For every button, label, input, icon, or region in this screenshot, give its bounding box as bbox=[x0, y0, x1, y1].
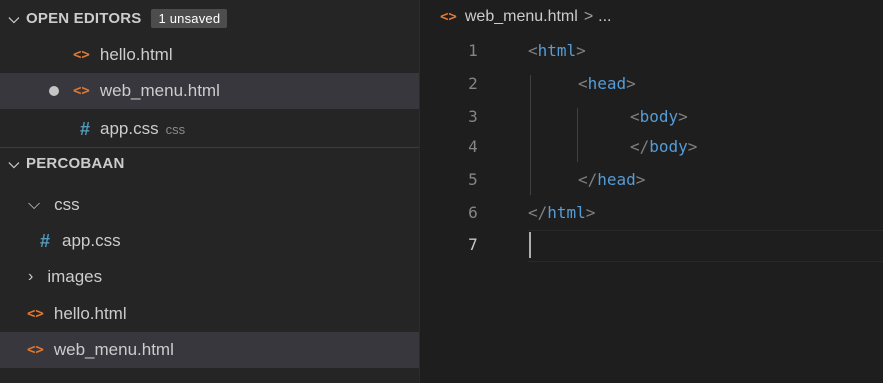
workspace-folder-header[interactable]: ⌵ PERCOBAAN bbox=[0, 149, 419, 177]
line-number: 2 bbox=[468, 74, 478, 93]
open-editor-item-hello[interactable]: <> hello.html bbox=[0, 37, 419, 73]
html-file-icon: <> bbox=[27, 306, 44, 322]
tag-name: head bbox=[597, 170, 636, 189]
tree-item-images-folder[interactable]: › images bbox=[0, 259, 419, 295]
line-number: 1 bbox=[468, 41, 478, 60]
tree-item-web-menu-html[interactable]: <> web_menu.html bbox=[0, 332, 419, 368]
code-content: <head> bbox=[578, 74, 636, 93]
line-number: 7 bbox=[468, 235, 478, 254]
code-line[interactable]: 3 <body> bbox=[420, 100, 883, 133]
code-line[interactable]: 2 <head> bbox=[420, 67, 883, 100]
line-number: 4 bbox=[468, 137, 478, 156]
tree-item-app-css[interactable]: # app.css bbox=[0, 223, 419, 259]
breadcrumb-file[interactable]: web_menu.html bbox=[465, 8, 578, 26]
tree-item-css-folder[interactable]: ⌵ css bbox=[0, 187, 419, 223]
code-content: <html> bbox=[528, 41, 586, 60]
breadcrumb: <> web_menu.html > ... bbox=[440, 8, 612, 26]
tree-item-label: web_menu.html bbox=[53, 340, 174, 359]
html-file-icon: <> bbox=[440, 9, 457, 25]
breadcrumb-separator: > bbox=[583, 8, 594, 25]
code-editor[interactable]: <> web_menu.html > ... 1 <html> 2 <head>… bbox=[420, 0, 883, 383]
css-file-icon: # bbox=[80, 118, 91, 139]
tag-name: body bbox=[639, 107, 679, 126]
open-editor-label: app.css bbox=[100, 119, 159, 138]
code-line[interactable]: 5 </head> bbox=[420, 163, 883, 196]
tag-name: html bbox=[547, 203, 586, 222]
chevron-down-icon: ⌵ bbox=[28, 196, 41, 213]
folder-hint: css bbox=[165, 121, 186, 137]
open-editor-label: web_menu.html bbox=[99, 81, 220, 100]
code-content: </html> bbox=[528, 203, 596, 222]
tag-name: html bbox=[537, 41, 577, 60]
chevron-down-icon: ⌵ bbox=[8, 154, 20, 171]
breadcrumb-more[interactable]: ... bbox=[598, 8, 611, 26]
tree-item-label: hello.html bbox=[53, 304, 127, 323]
text-cursor bbox=[529, 232, 531, 258]
code-content: </body> bbox=[630, 137, 698, 156]
code-line[interactable]: 6 </html> bbox=[420, 196, 883, 229]
explorer-sidebar: ⌵ OPEN EDITORS 1 unsaved <> hello.html <… bbox=[0, 0, 420, 383]
tag-name: head bbox=[587, 74, 627, 93]
tag-name: body bbox=[649, 137, 688, 156]
code-line-active[interactable]: 7 bbox=[420, 228, 883, 261]
html-file-icon: <> bbox=[73, 47, 90, 63]
open-editors-header[interactable]: ⌵ OPEN EDITORS 1 unsaved bbox=[0, 4, 419, 32]
open-editor-label: hello.html bbox=[99, 45, 173, 64]
code-line[interactable]: 4 </body> bbox=[420, 130, 883, 163]
open-editor-item-app-css[interactable]: # app.css css bbox=[0, 111, 419, 147]
open-editor-item-web-menu[interactable]: <> web_menu.html bbox=[0, 73, 419, 109]
chevron-right-icon: › bbox=[28, 268, 34, 285]
html-file-icon: <> bbox=[27, 342, 44, 358]
tree-item-label: images bbox=[47, 267, 103, 286]
line-number: 3 bbox=[468, 107, 478, 126]
unsaved-badge: 1 unsaved bbox=[151, 8, 228, 28]
unsaved-dot-icon[interactable] bbox=[49, 86, 59, 96]
html-file-icon: <> bbox=[73, 83, 90, 99]
line-number: 5 bbox=[468, 170, 478, 189]
chevron-down-icon: ⌵ bbox=[8, 9, 20, 26]
code-line[interactable]: 1 <html> bbox=[420, 34, 883, 67]
open-editors-title: OPEN EDITORS bbox=[26, 9, 142, 27]
tree-item-label: app.css bbox=[62, 231, 121, 250]
code-content: </head> bbox=[578, 170, 646, 189]
tree-item-label: css bbox=[54, 195, 80, 214]
css-file-icon: # bbox=[40, 230, 51, 251]
workspace-folder-title: PERCOBAAN bbox=[26, 154, 125, 172]
line-number: 6 bbox=[468, 203, 478, 222]
code-content: <body> bbox=[630, 107, 688, 126]
tree-item-hello-html[interactable]: <> hello.html bbox=[0, 296, 419, 332]
section-divider bbox=[0, 147, 419, 148]
